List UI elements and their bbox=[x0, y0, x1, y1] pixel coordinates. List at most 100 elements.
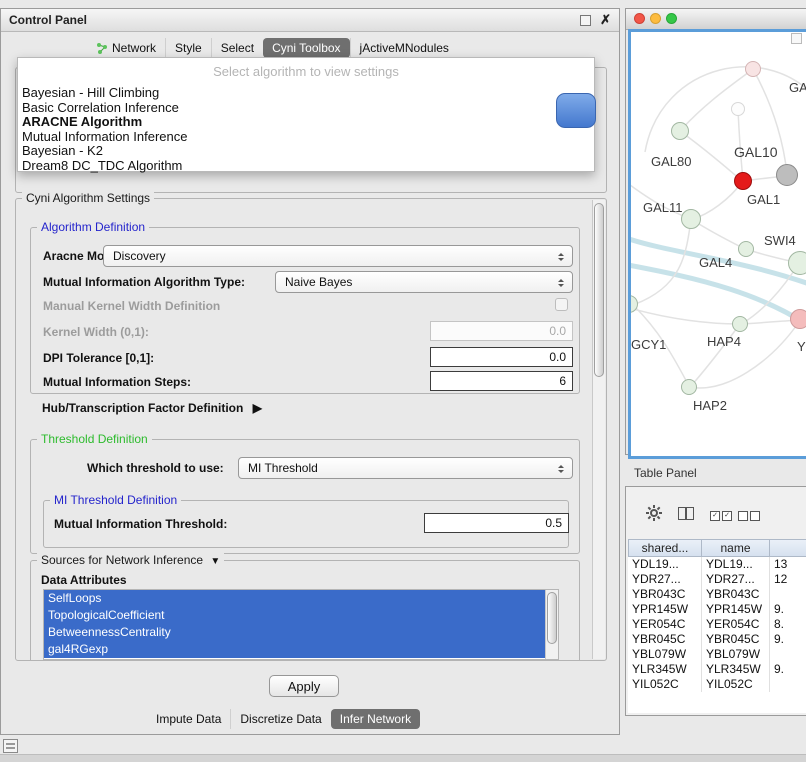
attributes-scrollbar-thumb[interactable] bbox=[547, 592, 557, 644]
table-cell[interactable]: YER054C bbox=[628, 617, 702, 632]
settings-scrollbar[interactable] bbox=[592, 200, 605, 659]
mi-steps-input[interactable]: 6 bbox=[430, 371, 573, 391]
table-row[interactable]: YBL079WYBL079W bbox=[628, 647, 806, 662]
float-window-icon[interactable] bbox=[580, 15, 591, 26]
close-traffic-light[interactable] bbox=[634, 13, 645, 24]
network-node[interactable] bbox=[731, 102, 745, 116]
table-cell[interactable]: YPR145W bbox=[702, 602, 770, 617]
dpi-tolerance-input[interactable]: 0.0 bbox=[430, 347, 573, 367]
table-cell[interactable]: YBR043C bbox=[702, 587, 770, 602]
table-cell[interactable]: YBL079W bbox=[628, 647, 702, 662]
settings-scrollbar-thumb[interactable] bbox=[594, 203, 604, 377]
list-item[interactable]: gal4RGexp bbox=[44, 641, 558, 658]
table-row[interactable]: YER054CYER054C8. bbox=[628, 617, 806, 632]
network-node[interactable] bbox=[681, 379, 697, 395]
table-row[interactable]: YIL052CYIL052C bbox=[628, 677, 806, 692]
table-cell[interactable] bbox=[770, 587, 806, 602]
hub-section-toggle[interactable]: Hub/Transcription Factor Definition ▶ bbox=[42, 401, 262, 415]
list-item[interactable]: BetweennessCentrality bbox=[44, 624, 558, 641]
table-cell[interactable]: YBR045C bbox=[702, 632, 770, 647]
table-cell[interactable] bbox=[770, 677, 806, 692]
table-cell[interactable]: YBL079W bbox=[702, 647, 770, 662]
network-node[interactable] bbox=[628, 295, 638, 313]
network-node[interactable] bbox=[788, 251, 806, 275]
table-cell[interactable]: YDR27... bbox=[628, 572, 702, 587]
menu-item[interactable]: Dream8 DC_TDC Algorithm bbox=[18, 159, 594, 174]
which-threshold-select[interactable]: MI Threshold bbox=[238, 457, 573, 479]
manual-kernel-checkbox[interactable] bbox=[555, 298, 568, 311]
deselect-all-rows-icon[interactable] bbox=[738, 508, 762, 522]
aracne-mode-select[interactable]: Discovery bbox=[103, 245, 573, 267]
table-row[interactable]: YBR043CYBR043C bbox=[628, 587, 806, 602]
network-node[interactable] bbox=[671, 122, 689, 140]
tab-infer-network[interactable]: Infer Network bbox=[331, 709, 420, 729]
column-header[interactable] bbox=[770, 539, 806, 557]
tab-impute-data[interactable]: Impute Data bbox=[147, 709, 230, 729]
table-row[interactable]: YLR345WYLR345W9. bbox=[628, 662, 806, 677]
collapsed-arrow-icon[interactable]: ▶ bbox=[253, 401, 262, 415]
tab-select[interactable]: Select bbox=[211, 38, 263, 58]
table-cell[interactable]: 12 bbox=[770, 572, 806, 587]
tab-style[interactable]: Style bbox=[165, 38, 211, 58]
table-row[interactable]: YPR145WYPR145W9. bbox=[628, 602, 806, 617]
network-node[interactable] bbox=[738, 241, 754, 257]
kernel-width-input[interactable]: 0.0 bbox=[430, 321, 573, 341]
menu-item[interactable]: Bayesian - K2 bbox=[18, 144, 594, 159]
network-node[interactable] bbox=[734, 172, 752, 190]
table-cell[interactable] bbox=[770, 647, 806, 662]
menu-item-selected[interactable]: ARACNE Algorithm bbox=[18, 115, 594, 130]
column-header[interactable]: name bbox=[702, 539, 770, 557]
tab-jactivemnodules[interactable]: jActiveMNodules bbox=[350, 38, 458, 58]
table-cell[interactable]: YBR043C bbox=[628, 587, 702, 602]
list-item[interactable]: TopologicalCoefficient bbox=[44, 607, 558, 624]
apply-button[interactable]: Apply bbox=[269, 675, 339, 697]
table-cell[interactable]: 13 bbox=[770, 557, 806, 572]
control-panel-titlebar[interactable]: Control Panel ✗ bbox=[1, 9, 619, 32]
table-row[interactable]: YBR045CYBR045C9. bbox=[628, 632, 806, 647]
table-cell[interactable]: YLR345W bbox=[628, 662, 702, 677]
network-canvas[interactable]: GAL80GAL10GALGAL11GAL1SWI4GAL4GCY1HAP4YH… bbox=[628, 29, 806, 459]
network-node[interactable] bbox=[790, 309, 806, 329]
network-node[interactable] bbox=[732, 316, 748, 332]
table-cell[interactable]: YPR145W bbox=[628, 602, 702, 617]
table-cell[interactable]: YLR345W bbox=[702, 662, 770, 677]
column-selector-icon[interactable] bbox=[678, 507, 694, 520]
table-cell[interactable]: YDL19... bbox=[628, 557, 702, 572]
table-row[interactable]: YDL19...YDL19...13 bbox=[628, 557, 806, 572]
menu-item[interactable]: Basic Correlation Inference bbox=[18, 101, 594, 116]
network-node[interactable] bbox=[681, 209, 701, 229]
tab-cyni-toolbox[interactable]: Cyni Toolbox bbox=[263, 38, 349, 58]
menu-item[interactable]: Bayesian - Hill Climbing bbox=[18, 86, 594, 101]
column-header[interactable]: shared... bbox=[628, 539, 702, 557]
minimized-panel-icon[interactable] bbox=[3, 739, 18, 753]
mi-type-select[interactable]: Naive Bayes bbox=[275, 271, 573, 293]
data-attributes-list[interactable]: SelfLoops TopologicalCoefficient Between… bbox=[43, 589, 559, 660]
mi-threshold-input[interactable]: 0.5 bbox=[424, 513, 569, 533]
expanded-arrow-icon[interactable]: ▼ bbox=[210, 556, 220, 567]
tab-network[interactable]: Network bbox=[87, 38, 165, 58]
network-window-titlebar[interactable] bbox=[626, 9, 806, 30]
table-cell[interactable]: YDL19... bbox=[702, 557, 770, 572]
menu-item[interactable]: Mutual Information Inference bbox=[18, 130, 594, 145]
table-cell[interactable]: 9. bbox=[770, 602, 806, 617]
attributes-scrollbar[interactable] bbox=[545, 590, 558, 659]
table-cell[interactable]: YIL052C bbox=[628, 677, 702, 692]
sources-section-toggle[interactable]: Sources for Network Inference ▼ bbox=[37, 553, 224, 567]
table-cell[interactable]: 9. bbox=[770, 632, 806, 647]
minimize-traffic-light[interactable] bbox=[650, 13, 661, 24]
table-row[interactable]: YDR27...YDR27...12 bbox=[628, 572, 806, 587]
network-node[interactable] bbox=[745, 61, 761, 77]
table-cell[interactable]: 8. bbox=[770, 617, 806, 632]
table-cell[interactable]: YBR045C bbox=[628, 632, 702, 647]
network-node[interactable] bbox=[776, 164, 798, 186]
table-cell[interactable]: 9. bbox=[770, 662, 806, 677]
tab-discretize-data[interactable]: Discretize Data bbox=[230, 709, 330, 729]
table-cell[interactable]: YIL052C bbox=[702, 677, 770, 692]
close-window-icon[interactable]: ✗ bbox=[600, 11, 611, 29]
popup-scrollbar-thumb[interactable] bbox=[556, 93, 596, 128]
table-cell[interactable]: YER054C bbox=[702, 617, 770, 632]
list-item[interactable]: SelfLoops bbox=[44, 590, 558, 607]
zoom-traffic-light[interactable] bbox=[666, 13, 677, 24]
table-settings-gear-icon[interactable] bbox=[646, 505, 662, 524]
table-cell[interactable]: YDR27... bbox=[702, 572, 770, 587]
